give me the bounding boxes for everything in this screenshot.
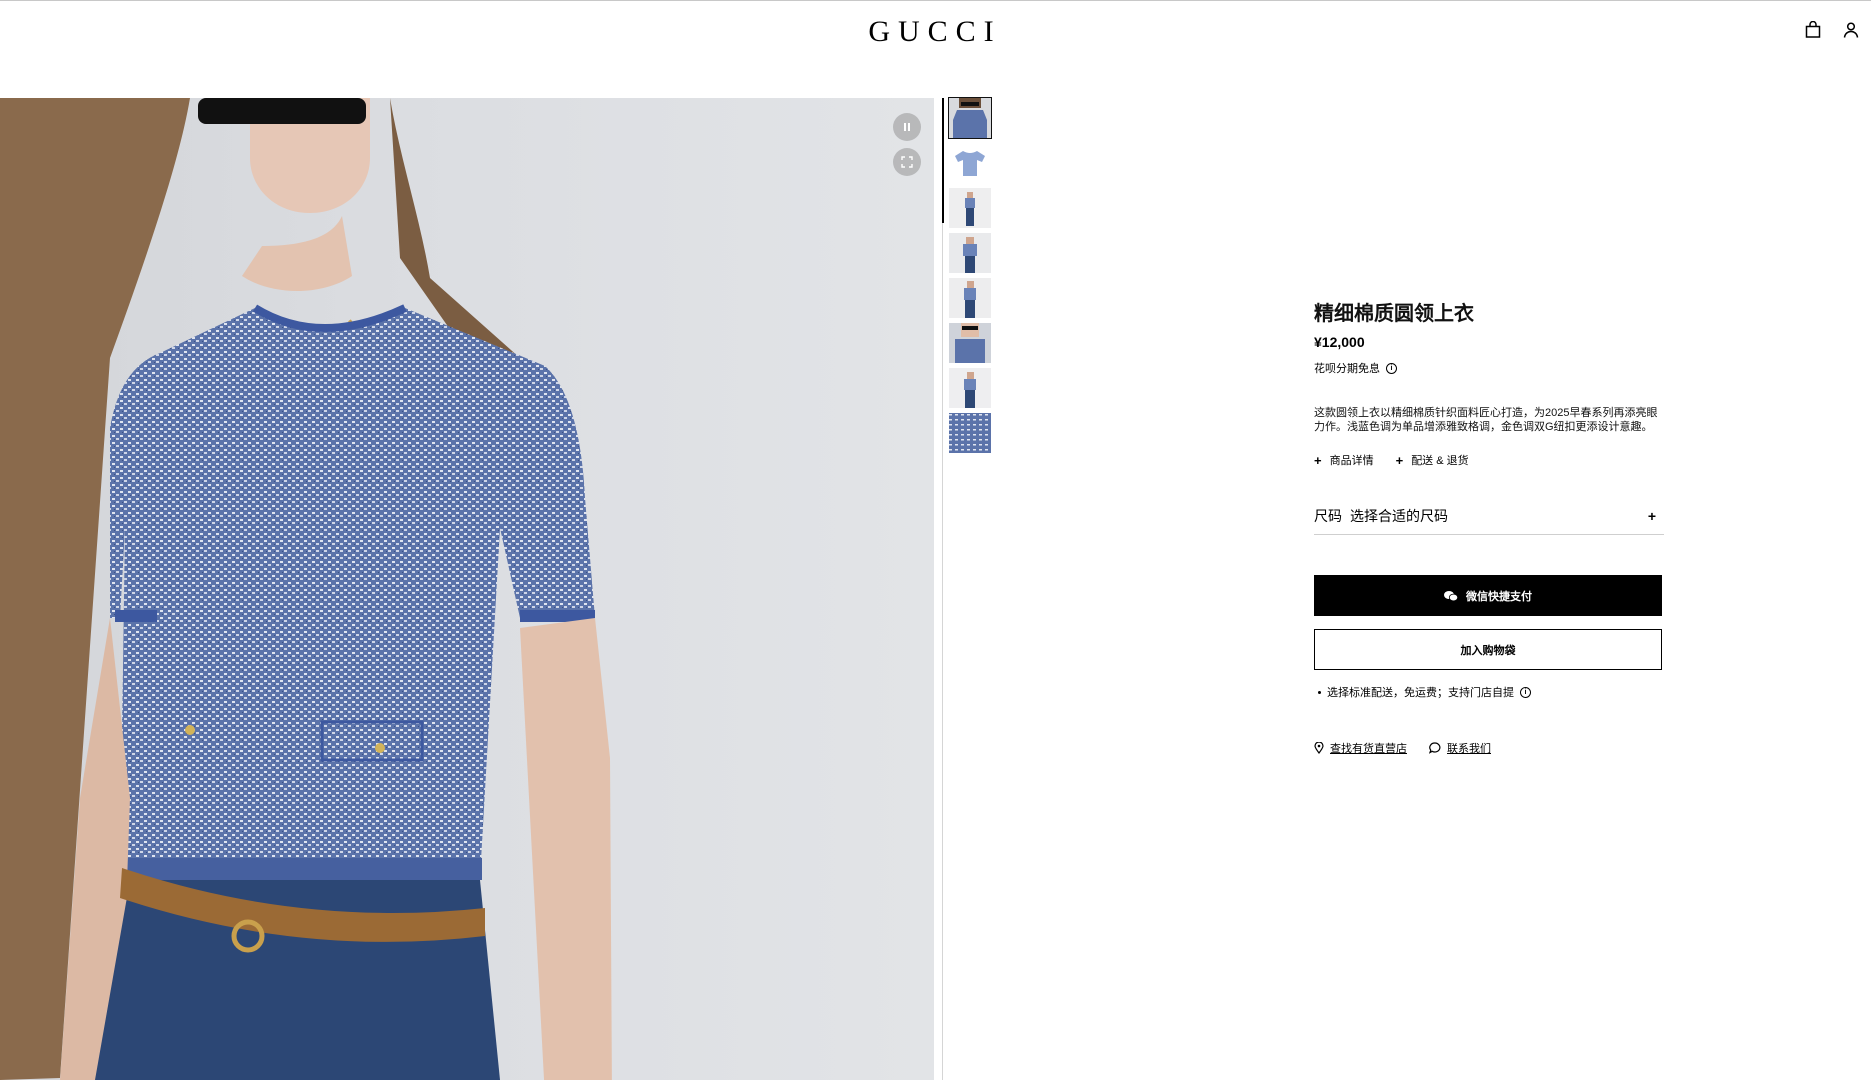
site-header: GUCCI xyxy=(0,1,1871,98)
plus-icon: + xyxy=(1314,452,1322,468)
find-store-link[interactable]: 查找有货直营店 xyxy=(1314,740,1407,756)
account-icon[interactable] xyxy=(1842,21,1864,43)
contact-us-link[interactable]: 联系我们 xyxy=(1429,740,1491,756)
bullet-icon xyxy=(1318,690,1321,694)
product-info-panel: 精细棉质圆领上衣 ¥12,000 花呗分期免息 i 这款圆领上衣以精细棉质针织面… xyxy=(1314,300,1664,756)
product-price: ¥12,000 xyxy=(1314,334,1365,350)
wechat-icon xyxy=(1444,590,1458,601)
shipping-note: 选择标准配送，免运费；支持门店自提 i xyxy=(1314,684,1664,700)
expand-plus-icon: + xyxy=(1647,508,1656,524)
add-to-bag-button[interactable]: 加入购物袋 xyxy=(1314,629,1662,670)
gallery-divider xyxy=(942,98,943,1080)
size-prompt: 选择合适的尺码 xyxy=(1350,508,1448,524)
plus-icon: + xyxy=(1395,452,1404,468)
fullscreen-button[interactable] xyxy=(893,148,921,176)
thumbnail-scroll-indicator[interactable] xyxy=(942,98,944,223)
shipping-returns-toggle[interactable]: + 配送 & 退货 xyxy=(1396,452,1469,468)
info-icon[interactable]: i xyxy=(1520,686,1531,698)
product-details-toggle[interactable]: + 商品详情 xyxy=(1314,452,1374,468)
thumbnail-5[interactable] xyxy=(949,278,991,318)
add-to-bag-label: 加入购物袋 xyxy=(1460,644,1516,657)
thumbnail-3[interactable] xyxy=(949,188,991,228)
store-links: 查找有货直营店 联系我们 xyxy=(1314,740,1664,756)
chat-bubble-icon xyxy=(1429,742,1441,754)
product-description: 这款圆领上衣以精细棉质针织面料匠心打造，为2025早春系列再添亮眼力作。浅蓝色调… xyxy=(1314,407,1658,433)
product-hero-image[interactable] xyxy=(0,98,934,1080)
thumbnail-2[interactable] xyxy=(949,143,991,183)
thumbnail-list xyxy=(948,97,992,458)
pause-button[interactable] xyxy=(893,113,921,141)
shopping-bag-icon[interactable] xyxy=(1804,21,1826,43)
product-detail-links: + 商品详情 + 配送 & 退货 xyxy=(1314,452,1664,468)
location-pin-icon xyxy=(1314,742,1324,754)
shipping-note-text: 选择标准配送，免运费；支持门店自提 xyxy=(1327,687,1514,699)
find-store-label: 查找有货直营店 xyxy=(1330,743,1407,755)
installment-label: 花呗分期免息 xyxy=(1314,363,1380,375)
brand-logo[interactable]: GUCCI xyxy=(840,15,1030,49)
wechat-pay-label: 微信快捷支付 xyxy=(1466,590,1532,603)
thumbnail-1[interactable] xyxy=(948,97,992,139)
product-details-label: 商品详情 xyxy=(1329,455,1374,467)
product-title: 精细棉质圆领上衣 xyxy=(1314,303,1474,325)
thumbnail-6[interactable] xyxy=(949,323,991,363)
info-icon[interactable]: i xyxy=(1386,362,1397,374)
thumbnail-4[interactable] xyxy=(949,233,991,273)
fullscreen-icon xyxy=(901,156,913,168)
model-photo xyxy=(0,98,612,1080)
wechat-pay-button[interactable]: 微信快捷支付 xyxy=(1314,575,1662,616)
size-selector[interactable]: 尺码 选择合适的尺码 + xyxy=(1314,506,1664,535)
pause-icon xyxy=(904,123,910,131)
size-label: 尺码 xyxy=(1314,508,1342,524)
installment-info: 花呗分期免息 i xyxy=(1314,360,1664,376)
thumbnail-7[interactable] xyxy=(949,368,991,408)
contact-us-label: 联系我们 xyxy=(1447,743,1491,755)
shipping-returns-label: 配送 & 退货 xyxy=(1411,455,1469,467)
thumbnail-8[interactable] xyxy=(949,413,991,453)
